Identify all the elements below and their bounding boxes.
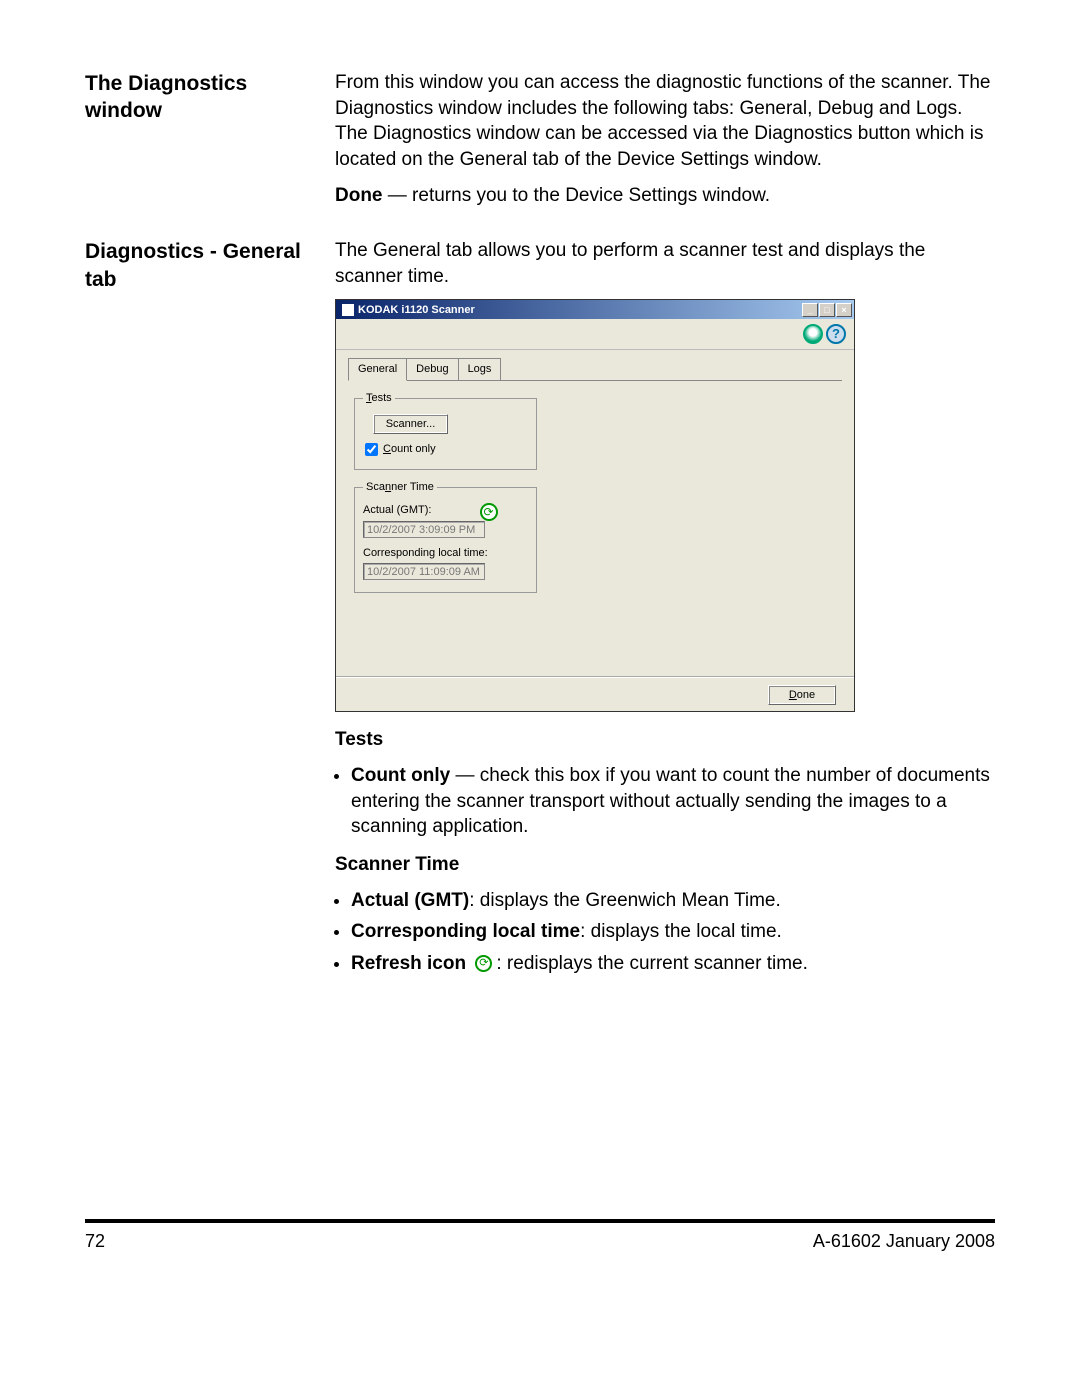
window-title: KODAK i1120 Scanner	[358, 303, 475, 318]
diagnostics-window: KODAK i1120 Scanner _ □ × ? General Deb	[335, 299, 855, 712]
close-button[interactable]: ×	[836, 303, 852, 317]
count-only-bullet: Count only — check this box if you want …	[351, 763, 995, 840]
local-time-label: Corresponding local time:	[363, 546, 528, 561]
bottom-bar: Done	[336, 677, 854, 711]
tests-group: Tests Scanner... Count only	[354, 391, 537, 470]
refresh-icon[interactable]	[480, 503, 498, 521]
local-time-bullet: Corresponding local time: displays the l…	[351, 919, 995, 945]
actual-gmt-value: 10/2/2007 3:09:09 PM	[363, 521, 485, 538]
doc-reference: A-61602 January 2008	[813, 1231, 995, 1252]
refresh-bullet: Refresh icon : redisplays the current sc…	[351, 951, 995, 977]
tests-legend: Tests	[363, 391, 395, 406]
titlebar[interactable]: KODAK i1120 Scanner _ □ ×	[336, 300, 854, 319]
tab-logs[interactable]: Logs	[458, 358, 502, 380]
tabs: General Debug Logs	[348, 358, 842, 380]
done-button[interactable]: Done	[768, 685, 836, 705]
minimize-button[interactable]: _	[802, 303, 818, 317]
tab-general[interactable]: General	[348, 358, 407, 381]
refresh-icon-inline	[475, 955, 492, 972]
toolbar: ?	[336, 319, 854, 350]
help-icon[interactable]: ?	[826, 324, 846, 344]
done-description: Done — returns you to the Device Setting…	[335, 183, 995, 209]
section-heading-diagnostics-window: The Diagnostics window	[85, 70, 335, 218]
actual-gmt-bullet: Actual (GMT): displays the Greenwich Mea…	[351, 888, 995, 914]
home-icon[interactable]	[803, 324, 823, 344]
general-tab-description: The General tab allows you to perform a …	[335, 238, 995, 289]
section-heading-general-tab: Diagnostics - General tab	[85, 238, 335, 988]
actual-gmt-label: Actual (GMT):	[363, 503, 431, 518]
count-only-checkbox[interactable]	[365, 443, 378, 456]
count-only-label: Count only	[383, 442, 436, 457]
footer-rule	[85, 1219, 995, 1223]
scanner-time-legend: Scanner Time	[363, 480, 437, 495]
tab-panel-general: Tests Scanner... Count only Scanner Time…	[348, 380, 842, 668]
tab-debug[interactable]: Debug	[406, 358, 458, 380]
done-label: Done	[335, 185, 383, 206]
scanner-button[interactable]: Scanner...	[373, 414, 448, 434]
maximize-button[interactable]: □	[819, 303, 835, 317]
scanner-time-subheading: Scanner Time	[335, 852, 995, 878]
local-time-value: 10/2/2007 11:09:09 AM	[363, 563, 485, 580]
tests-subheading: Tests	[335, 727, 995, 753]
diag-window-description: From this window you can access the diag…	[335, 70, 995, 173]
page-number: 72	[85, 1231, 105, 1252]
scanner-time-group: Scanner Time Actual (GMT): 10/2/2007 3:0…	[354, 480, 537, 593]
app-icon	[342, 304, 354, 316]
